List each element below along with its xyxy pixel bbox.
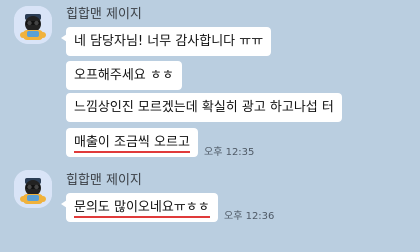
sender-name: 힙합맨 제이지 — [66, 173, 142, 188]
message-bubble[interactable]: 네 담당자님! 너무 감사합니다 ㅠㅠ — [60, 27, 272, 56]
message-text: 매출이 조금씩 오르고 — [74, 135, 190, 150]
message-text: 오프해주세요 ㅎㅎ — [74, 68, 174, 83]
underline-annotation — [74, 216, 210, 218]
message-text: 문의도 많이오네요ㅠㅎㅎ — [74, 200, 210, 215]
sender-name: 힙합맨 제이지 — [66, 7, 142, 22]
avatar[interactable] — [14, 170, 52, 208]
avatar[interactable] — [14, 6, 52, 44]
underline-annotation — [74, 151, 190, 153]
message-text: 느낌상인진 모르겠는데 확실히 광고 하고나섭 터 — [74, 100, 334, 115]
message-time: 오후 12:35 — [204, 147, 255, 158]
message-time: 오후 12:36 — [224, 211, 275, 222]
message-text: 네 담당자님! 너무 감사합니다 ㅠㅠ — [74, 34, 264, 49]
message-bubble[interactable]: 느낌상인진 모르겠는데 확실히 광고 하고나섭 터 — [66, 93, 342, 122]
avatar-character-icon — [14, 6, 52, 44]
message-bubble[interactable]: 오프해주세요 ㅎㅎ — [66, 61, 182, 90]
avatar-character-icon — [14, 170, 52, 208]
